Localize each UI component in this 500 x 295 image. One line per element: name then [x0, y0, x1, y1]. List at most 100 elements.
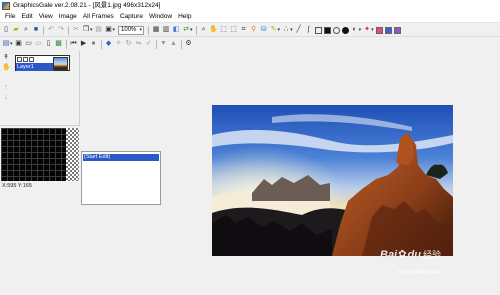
- history-item[interactable]: (Start Edit): [83, 154, 159, 161]
- layer-tools: ↟ ✋ ↑ ↓: [2, 54, 12, 102]
- watermark-brand: Bai: [380, 248, 398, 261]
- undo-icon[interactable]: ↶: [47, 26, 55, 34]
- menu-all-frames[interactable]: All Frames: [80, 11, 117, 23]
- redo-icon[interactable]: ↷: [57, 26, 65, 34]
- effect-icon[interactable]: ✧: [115, 40, 123, 48]
- settings-icon[interactable]: ⚙: [185, 40, 193, 48]
- curve-icon[interactable]: ∫: [305, 26, 313, 34]
- hand-icon[interactable]: ✋: [209, 26, 218, 34]
- duplicate-frame-icon[interactable]: ▯: [45, 40, 53, 48]
- toolbar-separator: [155, 39, 157, 49]
- window-title: GraphicsGale ver.2.08.21 - [风景1.jpg 496x…: [13, 2, 161, 9]
- chevron-down-icon[interactable]: ▾: [113, 27, 116, 33]
- brush-icon[interactable]: ✎: [270, 26, 278, 34]
- circle-icon[interactable]: [332, 26, 340, 34]
- layer-item[interactable]: Layer1: [15, 55, 70, 71]
- menu-edit[interactable]: Edit: [18, 11, 35, 23]
- preview-panel: [0, 125, 80, 182]
- chevron-down-icon[interactable]: ▾: [90, 27, 93, 33]
- color-chip-pink[interactable]: [375, 26, 383, 34]
- layer-icons: [17, 57, 34, 62]
- save-icon[interactable]: ■: [32, 26, 40, 34]
- line-icon[interactable]: ╱: [295, 26, 303, 34]
- hand-icon[interactable]: ✋: [2, 64, 11, 72]
- table-icon[interactable]: ▥: [162, 26, 170, 34]
- fill-rect-icon[interactable]: [323, 26, 331, 34]
- grid-icon[interactable]: ▦: [152, 26, 160, 34]
- arrow-down-icon[interactable]: ▼: [160, 40, 168, 48]
- menu-file[interactable]: File: [2, 11, 18, 23]
- add-frame-icon[interactable]: ▭: [25, 40, 33, 48]
- watermark-brand-2: du: [407, 248, 421, 261]
- onion-skin-icon[interactable]: ◆: [105, 40, 113, 48]
- toolbar-separator: [180, 39, 182, 49]
- new-icon[interactable]: ▯: [2, 26, 10, 34]
- mask-icon[interactable]: [29, 57, 34, 62]
- toolbar-separator: [68, 25, 69, 35]
- crop-icon[interactable]: ⌗: [240, 26, 248, 34]
- gradient-icon[interactable]: ✦: [363, 26, 371, 34]
- copy-icon[interactable]: ❐: [82, 26, 90, 34]
- check-icon[interactable]: ✓: [145, 40, 153, 48]
- lasso-icon[interactable]: ⬚: [230, 26, 238, 34]
- delete-frame-icon[interactable]: ▭: [35, 40, 43, 48]
- play-icon[interactable]: ▶: [80, 40, 88, 48]
- toolbar-separator: [43, 25, 44, 35]
- frame-icon[interactable]: ▣: [105, 26, 113, 34]
- menu-help[interactable]: Help: [175, 11, 194, 23]
- rect-icon[interactable]: [314, 26, 322, 34]
- menu-view[interactable]: View: [36, 11, 56, 23]
- flip-icon[interactable]: ⇋: [135, 40, 143, 48]
- chevron-down-icon[interactable]: ▾: [190, 27, 193, 33]
- color-chip-purple[interactable]: [393, 26, 401, 34]
- toolbar-separator: [195, 25, 197, 35]
- layers-icon[interactable]: ◧: [172, 26, 180, 34]
- arrow-up-icon[interactable]: ▲: [170, 40, 178, 48]
- spray-icon[interactable]: ∴: [282, 26, 290, 34]
- visibility-icon[interactable]: [17, 57, 22, 62]
- search-icon[interactable]: ⌕: [22, 26, 30, 34]
- chevron-down-icon[interactable]: ▾: [278, 27, 281, 33]
- swap-icon[interactable]: ⇄: [182, 26, 190, 34]
- frame-toolbar: ▤ ▾ ▣ ▭ ▭ ▯ ▩ ⏮ ▶ ⏸ ◆ ✧ ↻ ⇋ ✓ ▼ ▲ ⚙: [0, 38, 500, 50]
- first-frame-icon[interactable]: ⏮: [70, 40, 78, 48]
- paste-icon[interactable]: ▤: [95, 26, 103, 34]
- frame-prop-icon[interactable]: ▣: [15, 40, 23, 48]
- cut-icon[interactable]: ✂: [72, 26, 80, 34]
- canvas-image[interactable]: [212, 105, 453, 256]
- lock-icon[interactable]: [23, 57, 28, 62]
- layer-name: Layer1: [16, 63, 54, 71]
- pixel-preview-grid[interactable]: [1, 128, 79, 181]
- cursor-coordinates: X:595 Y:165: [2, 183, 32, 189]
- toolbar-separator: [65, 39, 67, 49]
- rotate-icon[interactable]: ↻: [125, 40, 133, 48]
- zoom-icon[interactable]: ⌕: [200, 26, 208, 34]
- menu-window[interactable]: Window: [146, 11, 175, 23]
- fill-circle-icon[interactable]: [341, 26, 349, 34]
- menu-image[interactable]: Image: [56, 11, 80, 23]
- pin-icon[interactable]: ↟: [2, 54, 10, 62]
- layer-thumbnail: [53, 57, 68, 70]
- layer-panel: ↟ ✋ ↑ ↓ Layer1: [0, 51, 80, 125]
- rect-select-icon[interactable]: ⬚: [220, 26, 228, 34]
- toolbar-separator: [148, 25, 150, 35]
- toolbar-separator: [100, 39, 102, 49]
- chevron-down-icon[interactable]: ▾: [10, 41, 13, 47]
- history-panel: (Start Edit): [81, 151, 161, 205]
- frames-icon[interactable]: ▤: [2, 40, 10, 48]
- chevron-down-icon[interactable]: ▾: [290, 27, 293, 33]
- color-chip-blue[interactable]: [384, 26, 392, 34]
- bucket-icon[interactable]: ⛁: [260, 26, 268, 34]
- open-icon[interactable]: ▰: [12, 26, 20, 34]
- app-logo-icon: [2, 1, 10, 10]
- pause-icon[interactable]: ⏸: [90, 40, 98, 48]
- move-down-icon[interactable]: ↓: [2, 94, 10, 102]
- chevron-down-icon[interactable]: ▾: [359, 27, 362, 33]
- move-up-icon[interactable]: ↑: [2, 84, 10, 92]
- zoom-select[interactable]: 100% ▾: [118, 25, 145, 35]
- text-icon[interactable]: ◐: [351, 26, 359, 34]
- image-frame-icon[interactable]: ▩: [55, 40, 63, 48]
- chevron-down-icon[interactable]: ▾: [371, 27, 374, 33]
- wand-icon[interactable]: ⚲: [250, 26, 258, 34]
- menu-capture[interactable]: Capture: [117, 11, 146, 23]
